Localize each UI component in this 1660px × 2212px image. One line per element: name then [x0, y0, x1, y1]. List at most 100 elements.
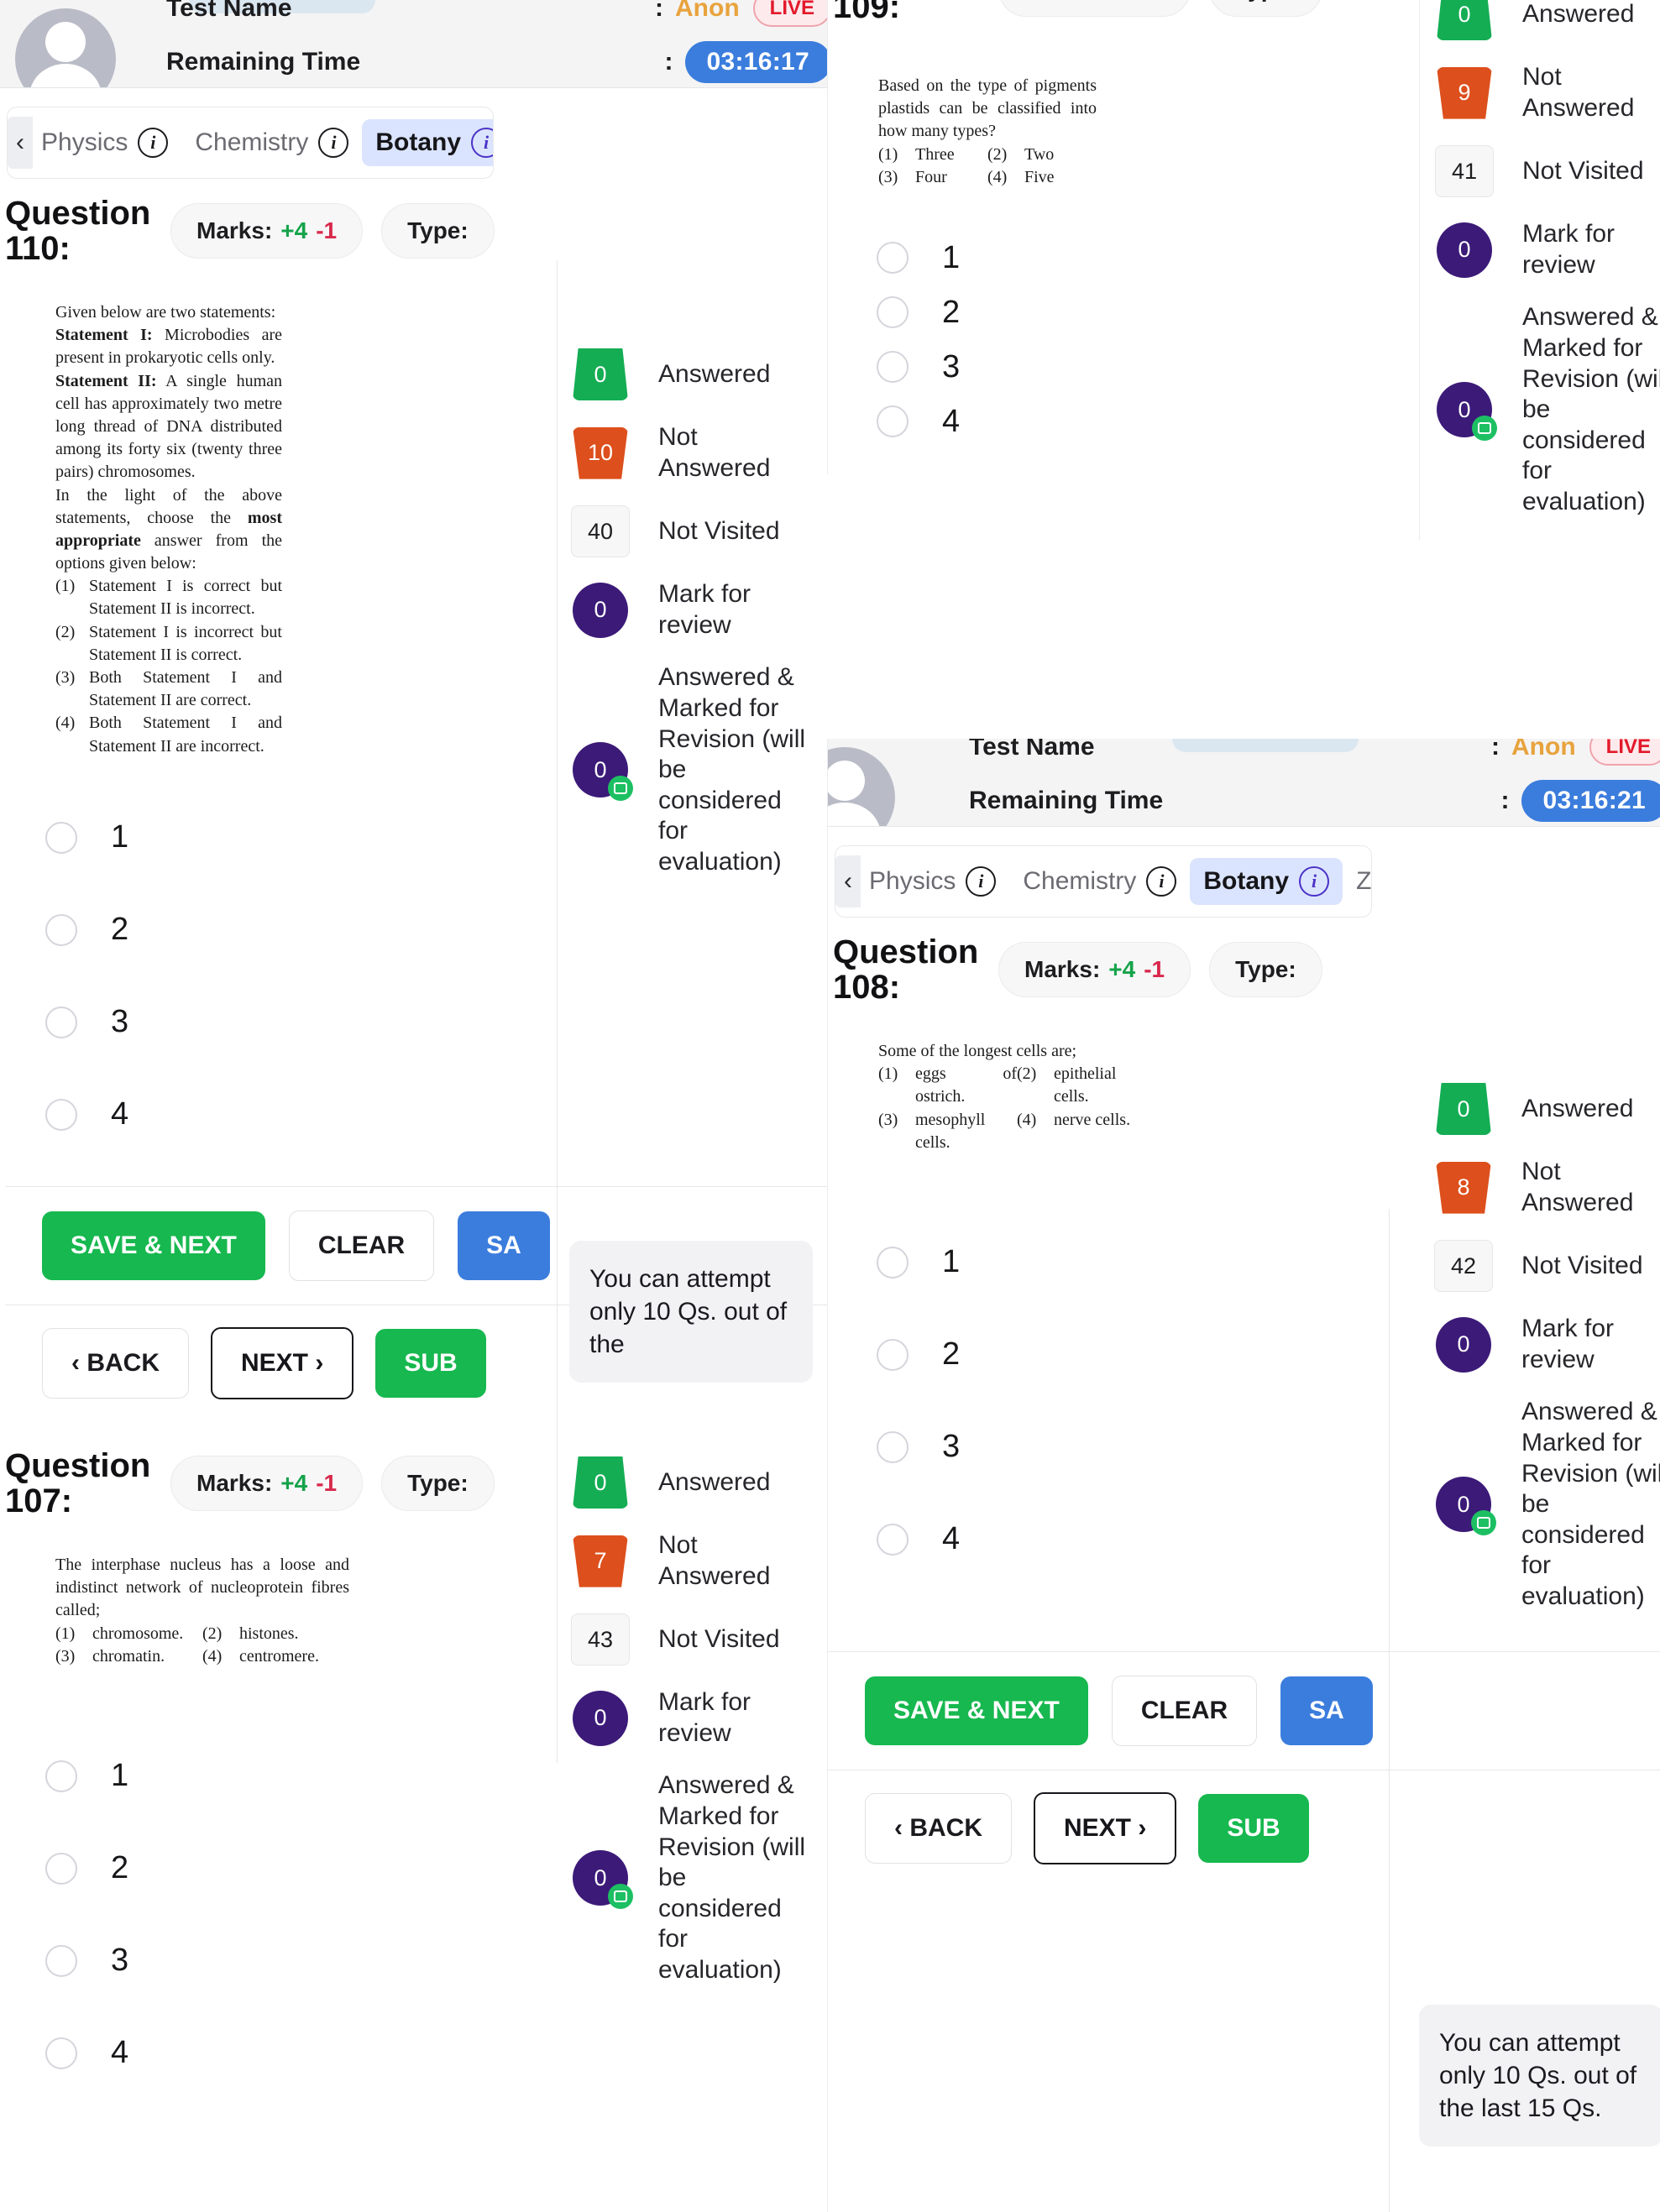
- q110-statement-1-label: Statement I:: [55, 326, 153, 345]
- radio-icon[interactable]: [877, 1246, 909, 1279]
- question-109-title: Question 109:: [833, 0, 901, 25]
- save-and-next-button[interactable]: SAVE & NEXT: [865, 1676, 1088, 1745]
- answered-marked-badge: 0: [1432, 382, 1497, 442]
- back-button[interactable]: ‹ BACK: [42, 1327, 189, 1399]
- option-1[interactable]: 1: [877, 231, 1419, 285]
- question-110-type-chip: Type:: [381, 203, 495, 259]
- legend-answered: 0 Answered: [568, 1456, 836, 1509]
- submit-button[interactable]: SUB: [375, 1328, 486, 1398]
- option-label: 4: [942, 403, 961, 439]
- option-4[interactable]: 4: [45, 1069, 831, 1161]
- radio-icon[interactable]: [877, 405, 909, 438]
- info-icon[interactable]: i: [1146, 866, 1177, 897]
- option-3[interactable]: 3: [877, 340, 1419, 395]
- back-button[interactable]: ‹ BACK: [865, 1792, 1012, 1864]
- answered-marked-count: 0: [573, 742, 633, 802]
- question-109-header: Question 109: Marks: +4 -1 Type:: [828, 0, 1419, 24]
- option-4[interactable]: 4: [45, 2007, 831, 2100]
- remaining-time-label: Remaining Time: [969, 787, 1164, 814]
- status-legend-d: 0 Answered 8 Not Answered 42 Not Visited…: [1419, 1083, 1660, 1634]
- option-label: 2: [111, 1850, 129, 1886]
- tab-chemistry-label: Chemistry: [1023, 867, 1137, 895]
- q107-choices-row-2: (3) chromatin. (4) centromere.: [55, 1645, 349, 1668]
- tab-botany[interactable]: Botany i: [362, 119, 493, 166]
- info-icon[interactable]: i: [1299, 866, 1330, 897]
- radio-icon[interactable]: [45, 1098, 77, 1131]
- info-icon[interactable]: i: [471, 128, 493, 158]
- option-4[interactable]: 4: [877, 395, 1419, 449]
- q108-choices-row-2: (3) mesophyll cells. (4) nerve cells.: [878, 1109, 1155, 1154]
- tab-physics-label: Physics: [41, 128, 128, 156]
- question-108-actions[interactable]: SAVE & NEXT CLEAR SA: [828, 1650, 1660, 1770]
- radio-icon[interactable]: [45, 2037, 77, 2069]
- radio-icon[interactable]: [877, 1338, 909, 1371]
- question-109-answer-options[interactable]: 1 2 3 4: [828, 189, 1419, 474]
- radio-icon[interactable]: [45, 1006, 77, 1038]
- answered-badge: 0: [568, 1456, 633, 1509]
- q110-statement-1: Statement I: Microbodies are present in …: [55, 324, 282, 369]
- info-icon[interactable]: i: [318, 128, 349, 158]
- radio-icon[interactable]: [877, 242, 909, 275]
- answered-marked-count: 0: [573, 1850, 633, 1910]
- option-3[interactable]: 3: [45, 976, 831, 1069]
- radio-icon[interactable]: [877, 1523, 909, 1556]
- live-badge: LIVE: [1589, 739, 1660, 766]
- subject-tabbar[interactable]: ‹ Physics i Chemistry i Botany i Zo ›: [835, 845, 1372, 918]
- q110-choice-3: (3) Both Statement I and Statement II are…: [55, 667, 282, 712]
- choice-text: eggs of ostrich.: [915, 1064, 1017, 1106]
- clear-button[interactable]: CLEAR: [288, 1210, 435, 1281]
- radio-icon[interactable]: [877, 1430, 909, 1463]
- tab-botany[interactable]: Botany i: [1190, 858, 1343, 905]
- choice-text: Statement I is correct but Statement II …: [89, 577, 282, 619]
- tab-chemistry[interactable]: Chemistry i: [181, 119, 362, 166]
- legend-not-visited: 40 Not Visited: [568, 505, 836, 558]
- not-visited-badge: 41: [1432, 145, 1497, 198]
- q110-choice-4: (4) Both Statement I and Statement II are…: [55, 712, 282, 757]
- choice-num: (1): [878, 1064, 898, 1084]
- tab-chemistry[interactable]: Chemistry i: [1009, 858, 1190, 905]
- info-icon[interactable]: i: [138, 128, 169, 158]
- clear-button[interactable]: CLEAR: [1111, 1675, 1258, 1746]
- question-108-nav[interactable]: ‹ BACK NEXT › SUB: [828, 1770, 1660, 1890]
- question-110-header: Question 110: Marks: +4 -1 Type:: [5, 179, 831, 266]
- tab-zoology[interactable]: Zo: [1343, 859, 1371, 904]
- not-visited-badge: 42: [1431, 1240, 1496, 1293]
- save-and-mark-button[interactable]: SA: [458, 1211, 550, 1280]
- submit-button[interactable]: SUB: [1198, 1793, 1309, 1863]
- next-button[interactable]: NEXT ›: [211, 1326, 354, 1399]
- legend-answered-marked-label: Answered & Marked for Revision (will be …: [658, 663, 806, 876]
- radio-icon[interactable]: [45, 1760, 77, 1792]
- q107-choices-row-1: (1) chromosome. (2) histones.: [55, 1623, 349, 1645]
- option-2[interactable]: 2: [877, 285, 1419, 340]
- save-and-next-button[interactable]: SAVE & NEXT: [42, 1211, 265, 1280]
- mark-for-review-count: 0: [573, 582, 628, 638]
- radio-icon[interactable]: [877, 351, 909, 384]
- subject-tabbar[interactable]: ‹ Physics i Chemistry i Botany i Zo ›: [7, 107, 494, 179]
- info-icon[interactable]: i: [966, 866, 997, 897]
- q110-closing: In the light of the above statements, ch…: [55, 484, 282, 576]
- test-header: Test Name : Anon LIVE Remaining Time : 0…: [0, 0, 831, 88]
- answered-marked-badge: 0: [568, 1850, 633, 1910]
- tab-physics[interactable]: Physics i: [856, 858, 1009, 905]
- question-109-type-chip: Type:: [1209, 0, 1322, 17]
- save-and-mark-button[interactable]: SA: [1280, 1676, 1373, 1745]
- test-name-value: Anon: [675, 0, 740, 22]
- marks-label: Marks:: [1024, 956, 1101, 982]
- legend-not-visited-label: Not Visited: [658, 1624, 780, 1653]
- question-107-type-chip: Type:: [381, 1456, 495, 1511]
- test-header: Test Name : Anon LIVE Remaining Time : 0…: [828, 739, 1660, 827]
- radio-icon[interactable]: [877, 296, 909, 329]
- next-button[interactable]: NEXT ›: [1034, 1791, 1177, 1864]
- choice-text: Five: [1024, 167, 1055, 186]
- mark-for-review-count: 0: [573, 1690, 628, 1746]
- tab-physics[interactable]: Physics i: [28, 119, 181, 166]
- marks-negative: -1: [316, 217, 338, 243]
- radio-icon[interactable]: [45, 913, 77, 946]
- q110-intro: Given below are two statements:: [55, 303, 276, 322]
- radio-icon[interactable]: [45, 1852, 77, 1885]
- choice-text: Three: [915, 144, 955, 164]
- answered-badge: 0: [568, 348, 633, 400]
- radio-icon[interactable]: [45, 821, 77, 854]
- note-icon: [608, 1884, 633, 1910]
- radio-icon[interactable]: [45, 1944, 77, 1977]
